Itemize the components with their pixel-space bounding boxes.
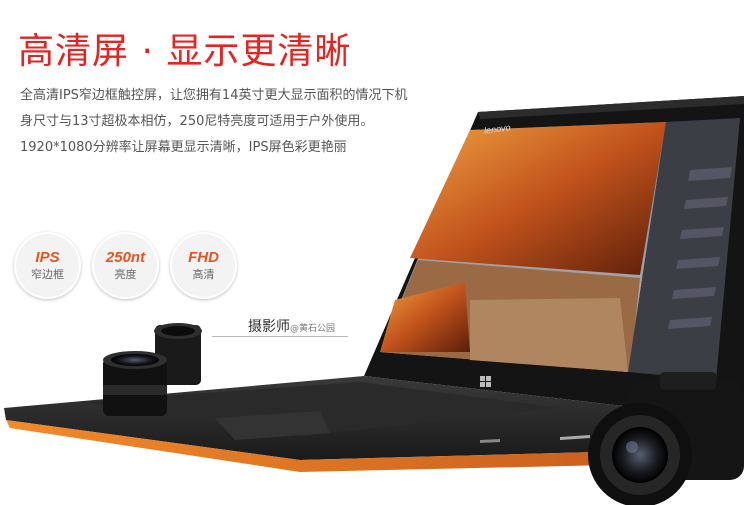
feature-description: 全高清IPS窄边框触控屏，让您拥有14英寸更大显示面积的情况下机 身尺寸与13寸… xyxy=(20,83,460,161)
credit-divider xyxy=(212,336,348,337)
badge-label: 高清 xyxy=(192,267,215,281)
description-line: 身尺寸与13寸超极本相仿，250尼特亮度可适用于户外使用。 xyxy=(20,114,374,129)
badge-value: 250nt xyxy=(105,248,146,266)
photo-location: @黄石公园 xyxy=(290,324,336,334)
badge-brightness: 250nt 亮度 xyxy=(92,232,159,299)
badge-ips: IPS 窄边框 xyxy=(14,232,81,299)
badge-value: IPS xyxy=(35,248,60,266)
badge-label: 亮度 xyxy=(114,267,137,281)
lens-large xyxy=(103,351,167,416)
page-headline: 高清屏 · 显示更清晰 xyxy=(18,31,352,72)
badge-fhd: FHD 高清 xyxy=(170,232,237,299)
feature-badges: IPS 窄边框 250nt 亮度 FHD 高清 xyxy=(14,232,237,299)
photographer-label: 摄影师 xyxy=(248,319,290,335)
description-line: 全高清IPS窄边框触控屏，让您拥有14英寸更大显示面积的情况下机 xyxy=(20,88,408,103)
description-line: 1920*1080分辨率让屏幕更显示清晰，IPS屏色彩更艳丽 xyxy=(20,140,347,155)
badge-label: 窄边框 xyxy=(31,267,64,281)
badge-value: FHD xyxy=(188,248,219,266)
photo-credit: 摄影师@黄石公园 xyxy=(248,316,335,336)
